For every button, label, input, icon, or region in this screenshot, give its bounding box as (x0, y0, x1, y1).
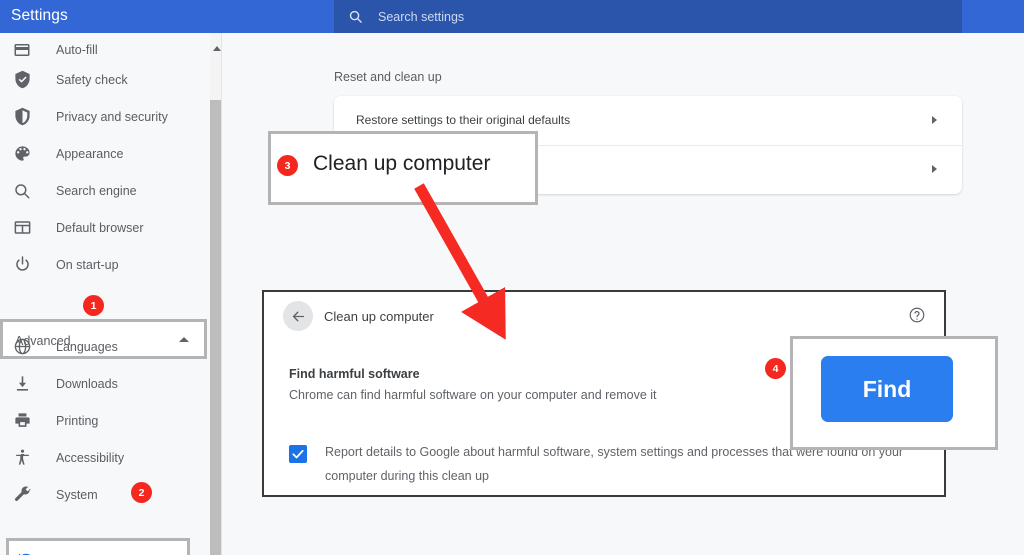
sidebar-item-reset-and-clean-up[interactable]: Reset and clean up (6, 538, 190, 555)
sidebar-item-safety-check[interactable]: Safety check (0, 61, 210, 98)
chevron-right-icon[interactable] (932, 116, 937, 124)
sidebar-item-accessibility[interactable]: Accessibility (0, 439, 210, 476)
page-title: Reset and clean up (334, 70, 442, 84)
sidebar: Auto-fill Safety check Privacy and secur… (0, 33, 210, 555)
sidebar-item-label: Privacy and security (56, 109, 168, 124)
shield-lock-icon (12, 107, 32, 127)
download-icon (12, 374, 32, 394)
app-title: Settings (11, 7, 68, 24)
globe-icon (12, 337, 32, 357)
sidebar-item-label: Appearance (56, 146, 124, 161)
sidebar-item-languages[interactable]: Languages (0, 328, 210, 365)
step-badge-2: 2 (131, 482, 152, 503)
sidebar-item-search-engine[interactable]: Search engine (0, 172, 210, 209)
sidebar-item-label: Accessibility (56, 450, 125, 465)
app-header: Settings (0, 0, 1024, 33)
help-circle-icon[interactable] (908, 306, 926, 324)
sidebar-item-label: Default browser (56, 220, 144, 235)
sidebar-item-printing[interactable]: Printing (0, 402, 210, 439)
sidebar-scrollbar-thumb[interactable] (210, 100, 221, 555)
palette-icon (12, 144, 32, 164)
sidebar-item-label: Languages (56, 339, 118, 354)
search-icon (348, 9, 363, 24)
step-badge-4: 4 (765, 358, 786, 379)
browser-icon (12, 218, 32, 238)
checkmark-icon (292, 449, 304, 459)
sidebar-item-label: Auto-fill (56, 42, 98, 57)
wrench-icon (12, 485, 32, 505)
arrow-left-icon[interactable] (283, 301, 313, 331)
sidebar-item-system[interactable]: System (0, 476, 210, 513)
sidebar-item-on-start-up[interactable]: On start-up (0, 246, 210, 283)
power-icon (12, 255, 32, 275)
sidebar-item-label: System (56, 487, 98, 502)
sidebar-item-default-browser[interactable]: Default browser (0, 209, 210, 246)
sidebar-item-label: On start-up (56, 257, 119, 272)
settings-page: Auto-fill Safety check Privacy and secur… (0, 0, 1024, 555)
callout-clean-up-computer: Clean up computer (268, 131, 538, 205)
sidebar-item-label: Downloads (56, 376, 118, 391)
credit-card-icon (12, 40, 32, 60)
search-settings-box[interactable] (334, 0, 962, 33)
sidebar-item-label: Printing (56, 413, 99, 428)
sidebar-item-label: Search engine (56, 183, 137, 198)
chevron-right-icon[interactable] (932, 165, 937, 173)
restore-settings-label: Restore settings to their original defau… (356, 113, 571, 127)
step-badge-1: 1 (83, 295, 104, 316)
report-details-checkbox[interactable] (289, 445, 307, 463)
caret-up-icon[interactable] (213, 46, 221, 51)
dialog-title: Clean up computer (324, 309, 434, 324)
step-badge-3: 3 (277, 155, 298, 176)
search-icon (12, 181, 32, 201)
sidebar-item-privacy-and-security[interactable]: Privacy and security (0, 98, 210, 135)
sidebar-item-downloads[interactable]: Downloads (0, 365, 210, 402)
shield-check-icon (12, 70, 32, 90)
sidebar-item-appearance[interactable]: Appearance (0, 135, 210, 172)
find-harmful-software-heading: Find harmful software (289, 367, 420, 381)
accessibility-icon (12, 448, 32, 468)
search-input[interactable] (378, 9, 938, 25)
sidebar-item-label: Safety check (56, 72, 128, 87)
printer-icon (12, 411, 32, 431)
find-button[interactable]: Find (821, 356, 953, 422)
callout-find-button: Find (790, 336, 998, 450)
find-harmful-software-subtitle: Chrome can find harmful software on your… (289, 388, 657, 402)
callout-label: Clean up computer (313, 152, 491, 175)
